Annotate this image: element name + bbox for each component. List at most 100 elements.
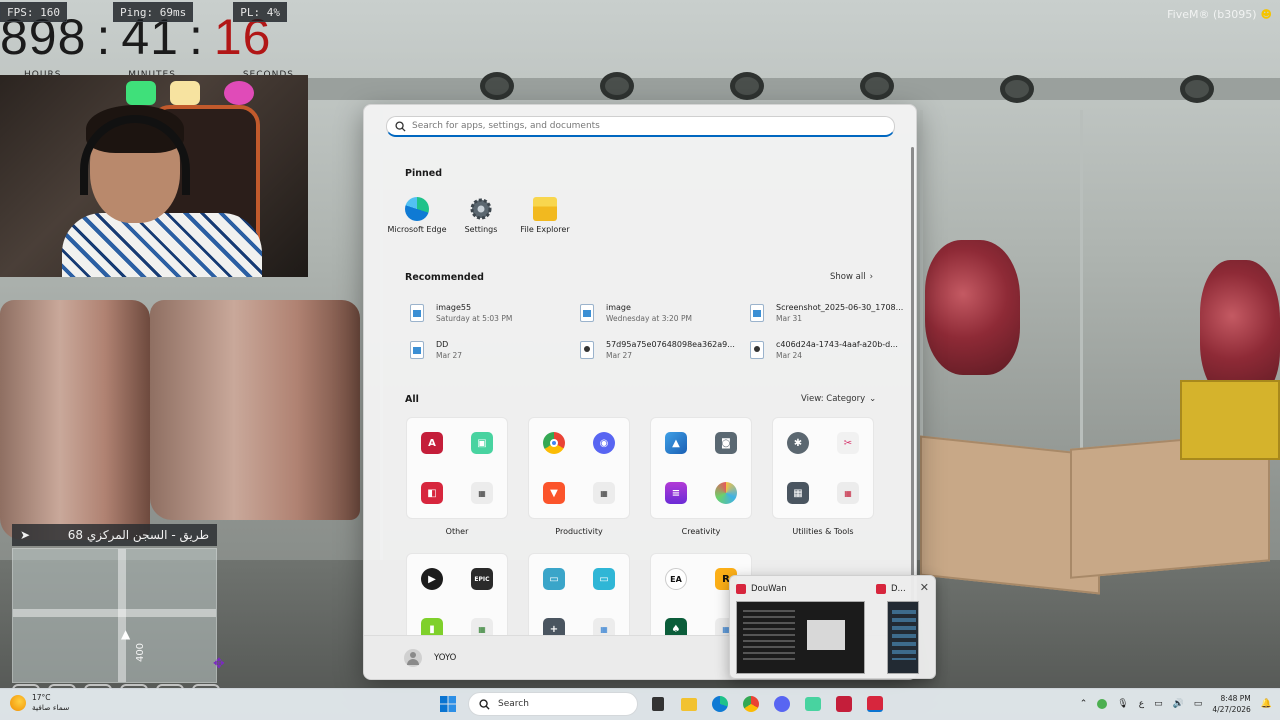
calculator-icon[interactable]: ▦: [787, 482, 809, 504]
chevron-up-icon[interactable]: ⌃: [1080, 699, 1088, 709]
view-category-dropdown[interactable]: View: Category ⌄: [801, 394, 876, 404]
video-file-icon: [580, 341, 594, 359]
phone-link-icon[interactable]: ▭: [543, 568, 565, 590]
pinned-app-label: Settings: [464, 225, 498, 234]
category-productivity[interactable]: ◉ ▼ ▦ Productivity: [528, 417, 630, 536]
recommended-item[interactable]: image Wednesday at 3:20 PM: [580, 298, 740, 328]
notification-bell-icon[interactable]: 🔔: [1261, 699, 1272, 709]
snipping-tool-icon[interactable]: ✂: [837, 432, 859, 454]
recommended-item[interactable]: image55 Saturday at 5:03 PM: [410, 298, 570, 328]
category-creativity[interactable]: ▲ ◙ ≡ Creativity: [650, 417, 752, 536]
media-player-icon[interactable]: ▶: [421, 568, 443, 590]
pinned-app-file-explorer[interactable]: File Explorer: [510, 197, 580, 234]
category-other[interactable]: A ▣ ◧ ▦ Other: [406, 417, 508, 536]
ea-icon[interactable]: EA: [665, 568, 687, 590]
pinned-app-edge[interactable]: Microsoft Edge: [382, 197, 452, 234]
image-file-icon: [750, 304, 764, 322]
taskbar-douwan[interactable]: [864, 692, 886, 716]
category-tile[interactable]: ▲ ◙ ≡: [650, 417, 752, 519]
user-name[interactable]: YOYO: [434, 653, 456, 663]
search-icon: [479, 698, 490, 710]
search-icon: [395, 120, 406, 132]
brave-icon[interactable]: ▼: [543, 482, 565, 504]
start-button[interactable]: [437, 692, 459, 716]
app-group-icon[interactable]: ▦: [471, 482, 493, 504]
weather-widget[interactable]: 17°C سماء صافية: [10, 693, 69, 713]
image-file-icon: [410, 341, 424, 359]
acrobat-icon: [836, 696, 852, 712]
recommended-item[interactable]: DD Mar 27: [410, 335, 570, 365]
task-view-icon: [652, 697, 664, 711]
recommended-item[interactable]: Screenshot_2025-06-30_1708... Mar 31: [750, 298, 910, 328]
close-icon[interactable]: ✕: [920, 581, 929, 594]
ceiling-hook: [730, 72, 764, 100]
status-dot-icon[interactable]: [1097, 699, 1108, 709]
taskbar-chrome[interactable]: [740, 692, 762, 716]
discord-icon[interactable]: ◉: [593, 432, 615, 454]
remote-desktop-icon[interactable]: ▭: [593, 568, 615, 590]
show-all-button[interactable]: Show all ›: [830, 272, 873, 282]
category-name: Productivity: [555, 527, 603, 536]
image-file-icon: [410, 304, 424, 322]
volume-icon[interactable]: 🔊: [1173, 699, 1184, 709]
start-menu-scrollbar[interactable]: [911, 147, 914, 627]
preview-window-header[interactable]: D...: [876, 582, 906, 596]
hanging-carcass: [0, 300, 150, 540]
ceiling-hook: [860, 72, 894, 100]
epic-games-icon[interactable]: EPIC: [471, 568, 493, 590]
fivem-tag: FiveM® (b3095) ☻: [1167, 8, 1272, 21]
android-icon[interactable]: ▣: [471, 432, 493, 454]
taskbar-edge[interactable]: [709, 692, 731, 716]
pinned-app-settings[interactable]: Settings: [446, 197, 516, 234]
fivem-build-label: FiveM® (b3095): [1167, 8, 1257, 21]
clock-date: 4/27/2026: [1212, 705, 1251, 714]
recommended-title: Recommended: [405, 272, 484, 283]
view-category-label: View: Category: [801, 394, 866, 404]
category-utilities[interactable]: ✱ ✂ ▦ ▦ Utilities & Tools: [772, 417, 874, 536]
network-icon[interactable]: ▭: [1154, 699, 1163, 709]
clock[interactable]: 8:48 PM 4/27/2026: [1212, 693, 1250, 715]
location-bar: ➤ 68 طريق - السجن المركزي: [12, 524, 217, 546]
taskbar-acrobat[interactable]: [833, 692, 855, 716]
weather-temperature: 17°C: [32, 693, 51, 702]
gear-icon[interactable]: ✱: [787, 432, 809, 454]
recommended-item[interactable]: c406d24a-1743-4aaf-a20b-d... Mar 24: [750, 335, 910, 365]
task-view-button[interactable]: [647, 692, 669, 716]
app-group-icon[interactable]: ▦: [837, 482, 859, 504]
photos-icon[interactable]: ▲: [665, 432, 687, 454]
category-tile[interactable]: A ▣ ◧ ▦: [406, 417, 508, 519]
taskbar-discord[interactable]: [771, 692, 793, 716]
pinned-title: Pinned: [405, 168, 442, 179]
clipchamp-icon[interactable]: ≡: [665, 482, 687, 504]
recommended-item[interactable]: 57d95a75e07648098ea362a9... Mar 27: [580, 335, 740, 365]
microphone-icon[interactable]: 🎙: [1117, 699, 1128, 709]
preview-thumbnail[interactable]: [887, 601, 919, 674]
category-tile[interactable]: ◉ ▼ ▦: [528, 417, 630, 519]
user-avatar-icon[interactable]: [404, 648, 422, 667]
douwan-icon: [876, 584, 886, 594]
preview-window-header[interactable]: DouWan: [736, 582, 787, 596]
taskbar-android[interactable]: [802, 692, 824, 716]
minimap: ▲ 400: [12, 548, 217, 683]
douwan-icon[interactable]: ◧: [421, 482, 443, 504]
category-tile[interactable]: ✱ ✂ ▦ ▦: [772, 417, 874, 519]
camera-icon[interactable]: ◙: [715, 432, 737, 454]
thumbnail-content: [892, 610, 916, 660]
start-search-input[interactable]: [412, 121, 892, 131]
paint-icon[interactable]: [715, 482, 737, 504]
app-group-icon[interactable]: ▦: [593, 482, 615, 504]
taskbar-search[interactable]: Search: [468, 692, 638, 716]
category-name: Creativity: [681, 527, 721, 536]
chrome-icon[interactable]: [543, 432, 565, 454]
preview-thumbnail[interactable]: [736, 601, 865, 674]
waypoint-icon: ✥: [213, 656, 225, 672]
language-indicator[interactable]: ع: [1139, 699, 1144, 709]
neon-light: [170, 81, 200, 105]
start-search-box[interactable]: [386, 116, 895, 137]
acrobat-icon[interactable]: A: [421, 432, 443, 454]
recommended-item-date: Mar 27: [436, 351, 463, 360]
ceiling-hook: [1180, 75, 1214, 103]
battery-icon[interactable]: ▭: [1194, 699, 1203, 709]
navigation-arrow-icon: ➤: [20, 528, 31, 542]
taskbar-file-explorer[interactable]: [678, 692, 700, 716]
